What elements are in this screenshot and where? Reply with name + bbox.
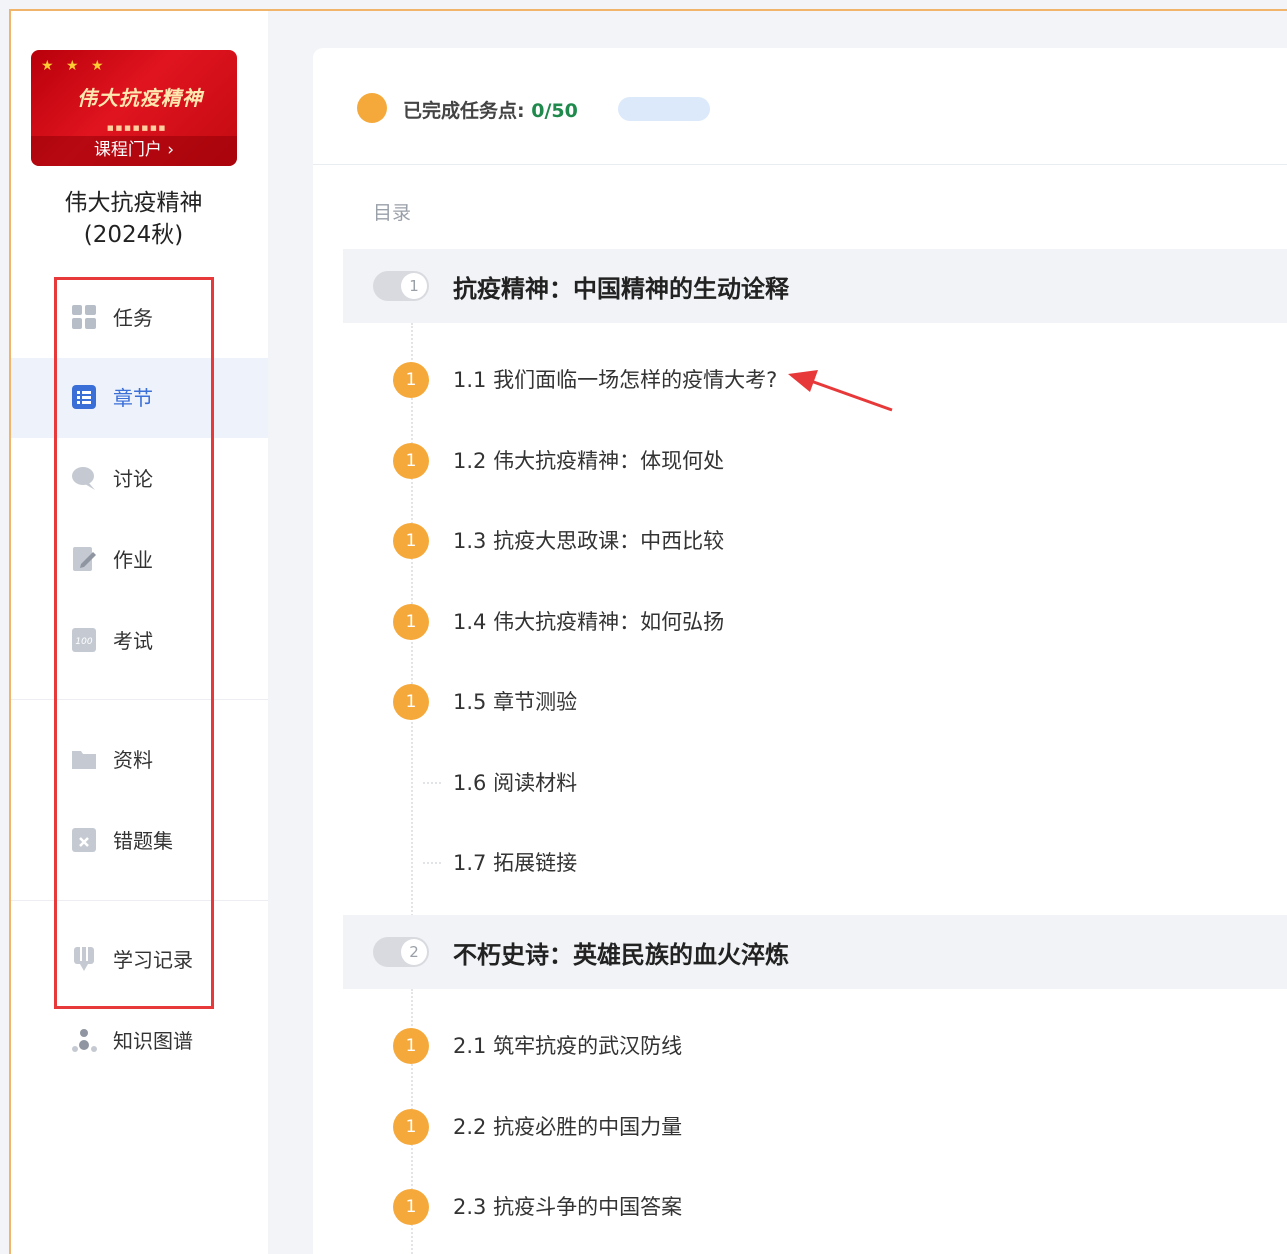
red-arrow-annotation: [788, 370, 893, 412]
section-item[interactable]: 1.7 拓展链接: [313, 833, 1287, 893]
timeline-tick: [423, 782, 441, 784]
course-name-term: (2024秋): [83, 222, 184, 248]
task-count-badge: 1: [393, 523, 429, 559]
chapter-number: 1: [401, 273, 427, 299]
course-portal-banner[interactable]: ★ ★ ★ 伟大抗疫精神 ■■■■■■■ 课程门户 ›: [31, 50, 237, 166]
task-count-badge: 1: [393, 443, 429, 479]
task-count-badge: 1: [393, 362, 429, 398]
section-item[interactable]: 1 1.2 伟大抗疫精神：体现何处: [313, 431, 1287, 491]
section-title[interactable]: 2.3 抗疫斗争的中国答案: [453, 1191, 682, 1221]
highlight-box-annotation: [54, 277, 214, 1009]
progress-status-icon: [357, 93, 387, 123]
section-item[interactable]: 1 2.3 抗疫斗争的中国答案: [313, 1177, 1287, 1237]
banner-title: 伟大抗疫精神: [77, 86, 203, 110]
section-title[interactable]: 1.5 章节测验: [453, 686, 577, 716]
progress-text: 已完成任务点: 0/50: [403, 96, 578, 123]
progress-bar: [618, 97, 710, 121]
course-portal-link[interactable]: 课程门户 ›: [31, 136, 237, 166]
timeline-tick: [423, 862, 441, 864]
section-title[interactable]: 1.1 我们面临一场怎样的疫情大考?: [453, 364, 777, 394]
sidebar-item-label: 知识图谱: [113, 1029, 193, 1053]
task-count-badge: 1: [393, 1189, 429, 1225]
toc-label: 目录: [373, 202, 412, 224]
section-title[interactable]: 2.1 筑牢抗疫的武汉防线: [453, 1030, 682, 1060]
section-title[interactable]: 1.6 阅读材料: [453, 767, 577, 797]
section-item[interactable]: 1 1.5 章节测验: [313, 672, 1287, 732]
section-title[interactable]: 1.3 抗疫大思政课：中西比较: [453, 525, 724, 555]
chapter-title: 抗疫精神：中国精神的生动诠释: [453, 275, 789, 303]
chapter-toggle[interactable]: 2: [373, 937, 429, 967]
section-title[interactable]: 1.7 拓展链接: [453, 847, 577, 877]
task-count-badge: 1: [393, 1028, 429, 1064]
chapter-header[interactable]: 2 不朽史诗：英雄民族的血火淬炼: [343, 915, 1287, 989]
section-title[interactable]: 2.2 抗疫必胜的中国力量: [453, 1111, 682, 1141]
main-panel: 已完成任务点: 0/50 目录 1 抗疫精神：中国精神的生动诠释 1 1.1 我…: [313, 48, 1287, 1254]
task-count-badge: 1: [393, 684, 429, 720]
chapter-toggle[interactable]: 1: [373, 271, 429, 301]
section-title[interactable]: 1.4 伟大抗疫精神：如何弘扬: [453, 606, 724, 636]
section-item[interactable]: 1 1.3 抗疫大思政课：中西比较: [313, 511, 1287, 571]
chapter-title: 不朽史诗：英雄民族的血火淬炼: [453, 941, 789, 969]
banner-dots-icon: ■■■■■■■: [107, 124, 168, 132]
task-count-badge: 1: [393, 604, 429, 640]
task-count-badge: 1: [393, 1109, 429, 1145]
section-item[interactable]: 1 2.1 筑牢抗疫的武汉防线: [313, 1016, 1287, 1076]
section-item[interactable]: 1 2.2 抗疫必胜的中国力量: [313, 1097, 1287, 1157]
section-item[interactable]: 1.6 阅读材料: [313, 753, 1287, 813]
progress-label: 已完成任务点:: [403, 100, 532, 122]
chapter-number: 2: [401, 939, 427, 965]
course-name-title: 伟大抗疫精神: [64, 190, 203, 216]
progress-value: 0/50: [531, 100, 578, 122]
course-name: 伟大抗疫精神 (2024秋): [11, 187, 256, 251]
knowledge-graph-icon: [72, 1029, 97, 1052]
chapter-header[interactable]: 1 抗疫精神：中国精神的生动诠释: [343, 249, 1287, 323]
task-progress: 已完成任务点: 0/50: [313, 48, 1287, 165]
section-title[interactable]: 1.2 伟大抗疫精神：体现何处: [453, 445, 724, 475]
section-item[interactable]: 1 1.4 伟大抗疫精神：如何弘扬: [313, 592, 1287, 652]
star-decoration-icon: ★ ★ ★: [41, 58, 108, 74]
sidebar-item-knowledge-graph[interactable]: 知识图谱: [11, 1001, 268, 1081]
